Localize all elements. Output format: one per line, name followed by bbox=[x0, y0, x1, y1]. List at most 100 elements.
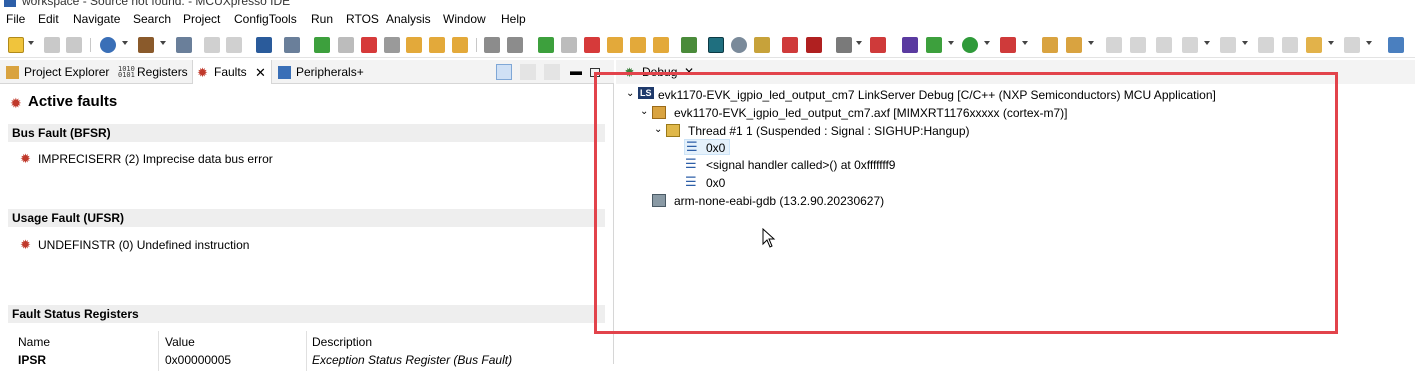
step-return-icon[interactable] bbox=[452, 37, 468, 53]
terminal-icon[interactable] bbox=[256, 37, 272, 53]
fault-count: (0) bbox=[118, 238, 134, 252]
chevron-down-icon[interactable] bbox=[856, 41, 862, 45]
step-into-all-icon[interactable] bbox=[607, 37, 623, 53]
run-icon[interactable] bbox=[962, 37, 978, 53]
chevron-down-icon[interactable] bbox=[122, 41, 128, 45]
prev-annotation-icon[interactable] bbox=[1220, 37, 1236, 53]
fault-description: Undefined instruction bbox=[136, 238, 250, 252]
bug-green-icon[interactable] bbox=[926, 37, 942, 53]
open-perspective-icon[interactable] bbox=[1388, 37, 1404, 53]
main-toolbar bbox=[0, 32, 1415, 58]
app-icon bbox=[4, 0, 16, 7]
block-select-icon[interactable] bbox=[1130, 37, 1146, 53]
menu-edit[interactable]: Edit bbox=[38, 12, 59, 26]
chevron-down-icon[interactable] bbox=[984, 41, 990, 45]
chevron-down-icon[interactable] bbox=[28, 41, 34, 45]
menu-navigate[interactable]: Navigate bbox=[73, 12, 120, 26]
menu-run[interactable]: Run bbox=[311, 12, 333, 26]
menu-analysis[interactable]: Analysis bbox=[386, 12, 431, 26]
column-header-value: Value bbox=[165, 335, 195, 349]
chevron-down-icon[interactable] bbox=[1366, 41, 1372, 45]
menu-window[interactable]: Window bbox=[443, 12, 486, 26]
menu-help[interactable]: Help bbox=[501, 12, 526, 26]
chevron-down-icon[interactable] bbox=[1022, 41, 1028, 45]
skip-icon[interactable] bbox=[284, 37, 300, 53]
boot-icon[interactable] bbox=[806, 37, 822, 53]
copy-icon[interactable] bbox=[520, 64, 536, 80]
home-icon[interactable] bbox=[754, 37, 770, 53]
bug-icon: ✹ bbox=[10, 95, 22, 111]
resume-icon[interactable] bbox=[314, 37, 330, 53]
resume-all-icon[interactable] bbox=[538, 37, 554, 53]
forward-edit-icon[interactable] bbox=[1282, 37, 1298, 53]
last-edit-icon[interactable] bbox=[1258, 37, 1274, 53]
terminate-all-icon[interactable] bbox=[584, 37, 600, 53]
terminate-icon[interactable] bbox=[361, 37, 377, 53]
save-icon[interactable] bbox=[44, 37, 60, 53]
external-tools-icon[interactable] bbox=[1000, 37, 1016, 53]
menu-rtos[interactable]: RTOS bbox=[346, 12, 379, 26]
wand-icon[interactable] bbox=[1066, 37, 1082, 53]
disconnect-icon[interactable] bbox=[384, 37, 400, 53]
forward-icon[interactable] bbox=[1344, 37, 1360, 53]
close-icon[interactable]: ✕ bbox=[255, 65, 266, 81]
step-into-icon[interactable] bbox=[406, 37, 422, 53]
suspend-all-icon[interactable] bbox=[561, 37, 577, 53]
chevron-down-icon[interactable] bbox=[1242, 41, 1248, 45]
pilcrow-icon[interactable] bbox=[1156, 37, 1172, 53]
menu-configtools[interactable]: ConfigTools bbox=[234, 12, 297, 26]
restart-icon[interactable] bbox=[681, 37, 697, 53]
hammer-icon[interactable] bbox=[138, 37, 154, 53]
save-all-icon[interactable] bbox=[66, 37, 82, 53]
next-annotation-icon[interactable] bbox=[1182, 37, 1198, 53]
tab-peripherals[interactable]: Peripherals+ bbox=[296, 65, 364, 79]
menu-file[interactable]: File bbox=[6, 12, 25, 26]
open-folder-icon[interactable] bbox=[1042, 37, 1058, 53]
usage-fault-header: Usage Fault (UFSR) bbox=[8, 209, 605, 227]
flash-icon[interactable] bbox=[836, 37, 852, 53]
usage-fault-item: UNDEFINSTR (0) Undefined instruction bbox=[38, 238, 249, 252]
title-bar: workspace - Source not found. - MCUXpres… bbox=[0, 0, 1415, 8]
binary-icon[interactable] bbox=[176, 37, 192, 53]
project-explorer-icon bbox=[6, 66, 19, 79]
tab-registers[interactable]: Registers bbox=[137, 65, 188, 79]
instruction-step-icon[interactable] bbox=[484, 37, 500, 53]
back-icon[interactable] bbox=[1306, 37, 1322, 53]
bus-fault-header: Bus Fault (BFSR) bbox=[8, 124, 605, 142]
chevron-down-icon[interactable] bbox=[1204, 41, 1210, 45]
view-menu-icon[interactable] bbox=[496, 64, 512, 80]
refresh-icon[interactable] bbox=[544, 64, 560, 80]
tab-project-explorer[interactable]: Project Explorer bbox=[24, 65, 109, 79]
menu-project[interactable]: Project bbox=[183, 12, 220, 26]
chevron-down-icon[interactable] bbox=[1088, 41, 1094, 45]
settings-icon[interactable] bbox=[100, 37, 116, 53]
register-description: Exception Status Register (Bus Fault) bbox=[312, 353, 513, 367]
debug-bug-icon[interactable] bbox=[902, 37, 918, 53]
suspend-icon[interactable] bbox=[338, 37, 354, 53]
erase-icon[interactable] bbox=[870, 37, 886, 53]
drop-frame-icon[interactable] bbox=[507, 37, 523, 53]
toggle-mark-icon[interactable] bbox=[1106, 37, 1122, 53]
menu-search[interactable]: Search bbox=[133, 12, 171, 26]
cross-icon[interactable] bbox=[708, 37, 724, 53]
step-over-all-icon[interactable] bbox=[630, 37, 646, 53]
undo-icon[interactable] bbox=[204, 37, 220, 53]
redo-icon[interactable] bbox=[226, 37, 242, 53]
chevron-down-icon[interactable] bbox=[1328, 41, 1334, 45]
mouse-cursor-icon bbox=[762, 228, 776, 248]
chevron-down-icon[interactable] bbox=[948, 41, 954, 45]
peripherals-icon bbox=[278, 66, 291, 79]
link-icon[interactable] bbox=[782, 37, 798, 53]
chevron-down-icon[interactable] bbox=[160, 41, 166, 45]
binary-icon: 1010 0101 bbox=[118, 65, 135, 79]
tab-faults-label: Faults bbox=[214, 65, 247, 79]
tab-faults[interactable]: ✹ Faults ✕ bbox=[192, 60, 272, 84]
step-over-icon[interactable] bbox=[429, 37, 445, 53]
minimize-icon[interactable]: ▬ bbox=[568, 64, 584, 80]
sphere-icon[interactable] bbox=[731, 37, 747, 53]
step-return-all-icon[interactable] bbox=[653, 37, 669, 53]
new-icon[interactable] bbox=[8, 37, 24, 53]
bug-icon: ✹ bbox=[20, 151, 31, 166]
bug-icon: ✹ bbox=[197, 65, 208, 80]
fault-description: Imprecise data bus error bbox=[142, 152, 273, 166]
